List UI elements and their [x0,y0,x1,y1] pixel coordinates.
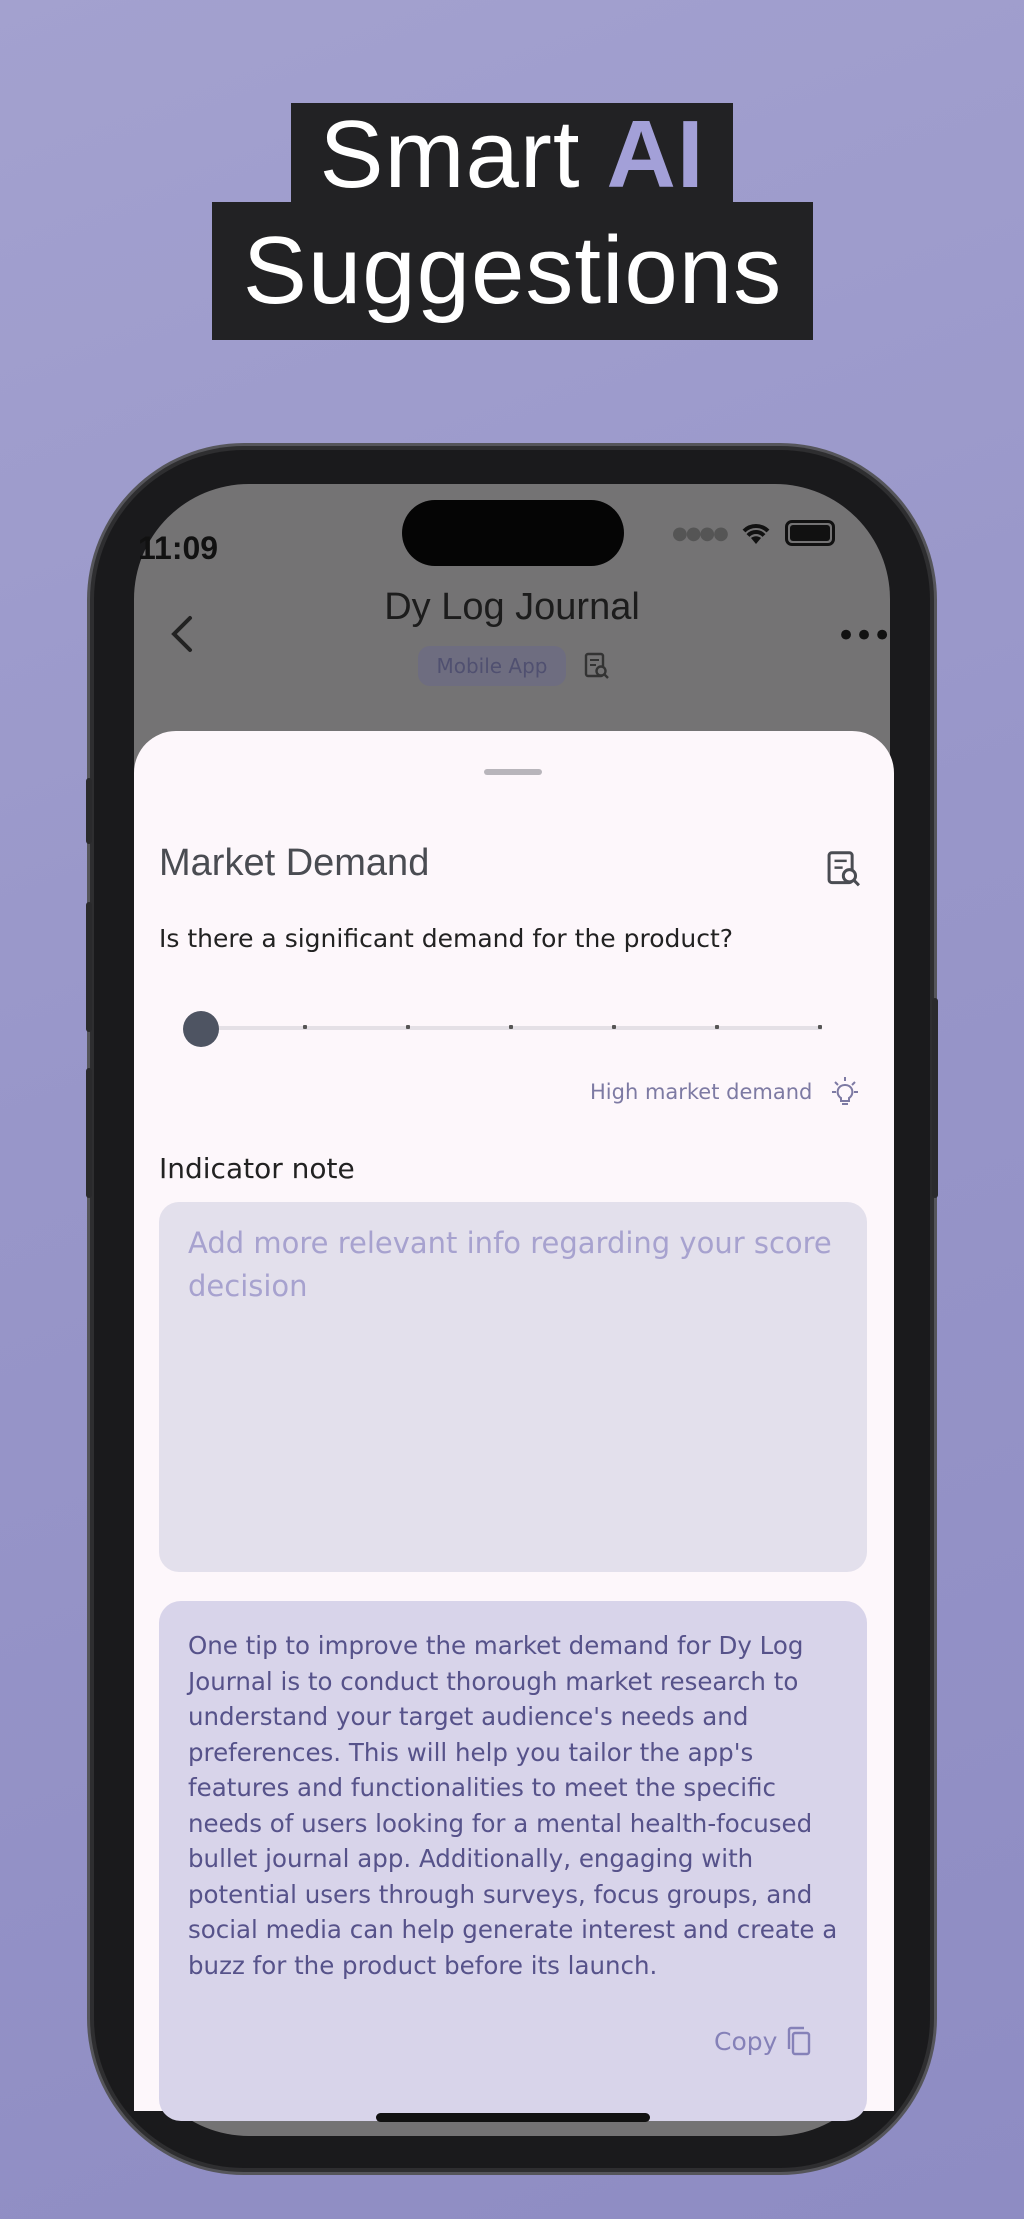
score-slider-thumb[interactable] [183,1011,219,1047]
headline-accent: AI [606,100,705,208]
sheet-drag-handle[interactable] [484,769,542,775]
volume-down-button [86,1068,92,1198]
indicator-note-label: Indicator note [159,1152,355,1185]
headline-word-2: Suggestions [242,217,783,324]
headline-line-1: Smart AI [291,103,733,206]
slider-tick [818,1025,822,1029]
more-icon[interactable]: ••• [836,616,892,656]
ai-suggestion-text: One tip to improve the market demand for… [188,1631,838,1980]
report-search-icon[interactable] [826,850,862,892]
slider-tick [406,1025,410,1029]
status-icons: ●●●● [672,520,835,546]
section-title: Market Demand [159,842,430,884]
signal-icon: ●●●● [672,522,729,544]
copy-icon [788,2026,811,2056]
home-indicator [376,2113,650,2122]
volume-up-button [86,902,92,1032]
category-chip[interactable]: Mobile App [418,646,566,686]
wifi-icon [742,524,770,544]
copy-button[interactable]: Copy [714,2025,813,2057]
dynamic-island [402,500,624,566]
slider-tick [509,1025,513,1029]
demand-question: Is there a significant demand for the pr… [159,924,734,953]
back-arrow-icon[interactable] [168,614,196,665]
power-button [932,998,938,1198]
slider-tick [303,1025,307,1029]
headline-line-2: Suggestions [212,202,813,340]
indicator-note-placeholder: Add more relevant info regarding your sc… [188,1226,832,1303]
slider-tick [715,1025,719,1029]
copy-label: Copy [714,2026,778,2056]
status-time: 11:09 [138,530,219,566]
battery-icon [784,520,835,546]
headline-word: Smart [319,100,581,208]
lightbulb-icon[interactable] [828,1076,862,1114]
project-title: Dy Log Journal [384,586,640,628]
ai-hint-text: High market demand [590,1080,813,1104]
mute-switch [86,778,92,844]
report-search-icon[interactable] [584,652,610,684]
slider-tick [612,1025,616,1029]
